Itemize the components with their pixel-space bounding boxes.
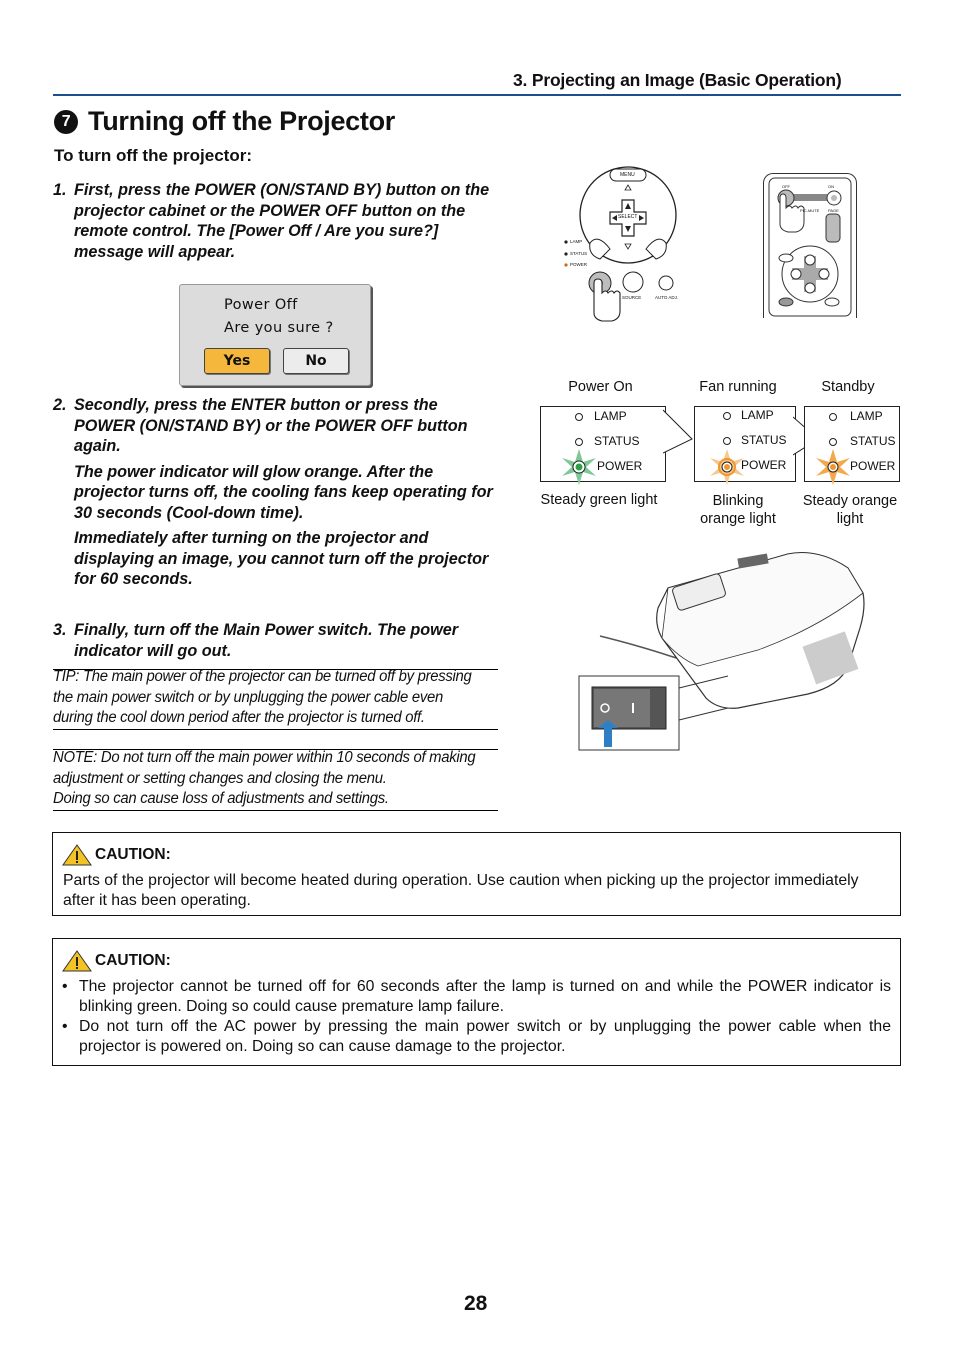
remote-control: OFF ON PIC-MUTE PAGE	[763, 173, 857, 318]
caption-line: Blinking	[712, 493, 764, 509]
step-number: 2.	[53, 396, 67, 414]
status-indicator	[723, 437, 731, 445]
indicator-panel-standby: LAMP STATUS POWER	[804, 406, 900, 485]
step-text: Finally, turn off the Main Power switch.…	[74, 621, 459, 660]
orange-glow-icon	[816, 449, 850, 485]
status-text: STATUS	[850, 434, 896, 448]
warning-icon	[62, 950, 92, 972]
remote-page-label: PAGE	[828, 208, 839, 213]
cabinet-control-panel: MENU SELECT LAMP STATUS POWER SOURCE AUT…	[560, 165, 700, 325]
caution-title: CAUTION:	[95, 846, 171, 863]
yes-button[interactable]: Yes	[204, 348, 270, 374]
step-2: 2. Secondly, press the ENTER button or p…	[53, 395, 493, 590]
note-line: NOTE: Do not turn off the main power wit…	[53, 749, 476, 787]
bullet-icon: •	[62, 1018, 68, 1035]
state-caption: Blinking orange light	[688, 492, 788, 528]
no-button[interactable]: No	[283, 348, 349, 374]
green-glow-icon	[562, 449, 596, 485]
state-caption: Steady orange light	[800, 492, 900, 528]
caution-box-heat: CAUTION: Parts of the projector will bec…	[52, 832, 901, 916]
caution-bullet-list: • The projector cannot be turned off for …	[53, 977, 891, 1057]
caution-title: CAUTION:	[95, 952, 171, 969]
remote-drawing	[768, 177, 852, 317]
dialog-message: Are you sure ?	[224, 320, 334, 336]
power-text: POWER	[741, 458, 787, 472]
status-indicator	[829, 438, 837, 446]
step-number: 1.	[53, 181, 67, 199]
step-paragraph: Immediately after turning on the project…	[74, 529, 489, 588]
bullet-icon: •	[62, 978, 68, 995]
caption-line: light	[836, 511, 864, 527]
lamp-indicator	[723, 412, 731, 420]
step-number-badge: 7	[54, 109, 78, 134]
caption-line: orange light	[700, 511, 776, 527]
cabinet-panel-drawing	[564, 166, 677, 322]
caution-box-power: CAUTION: • The projector cannot be turned…	[52, 938, 901, 1066]
step-1: 1. First, press the POWER (ON/STAND BY) …	[53, 180, 493, 262]
lamp-text: LAMP	[594, 409, 627, 423]
orange-blink-icon	[710, 449, 744, 485]
power-off-dialog: Power Off Are you sure ? Yes No	[179, 284, 371, 386]
caution-bullet: • Do not turn off the AC power by pressin…	[53, 1017, 891, 1057]
power-text: POWER	[850, 459, 896, 473]
note-bottom-rule	[53, 810, 498, 811]
page-title-text: Turning off the Projector	[88, 106, 395, 136]
step-number: 3.	[53, 621, 67, 639]
power-text: POWER	[597, 459, 643, 473]
note-text: NOTE: Do not turn off the main power wit…	[53, 748, 480, 810]
source-label: SOURCE	[622, 295, 642, 300]
status-text: STATUS	[594, 434, 640, 448]
remote-off-label: OFF	[782, 184, 790, 189]
step-text: First, press the POWER (ON/STAND BY) but…	[74, 181, 490, 261]
caution-text: Parts of the projector will become heate…	[63, 872, 859, 909]
menu-label: MENU	[620, 172, 635, 178]
step-text: Secondly, press the ENTER button or pres…	[74, 396, 468, 455]
lamp-text: LAMP	[741, 408, 774, 422]
dialog-title: Power Off	[224, 297, 298, 313]
subheading: To turn off the projector:	[54, 146, 252, 165]
caution-heading: CAUTION:	[62, 950, 171, 972]
step-paragraph: The power indicator will glow orange. Af…	[74, 462, 493, 522]
state-label: Power On	[568, 379, 633, 395]
note-line: Doing so can cause loss of adjustments a…	[53, 790, 389, 807]
bullet-text: Do not turn off the AC power by pressing…	[79, 1018, 891, 1055]
section-header: 3. Projecting an Image (Basic Operation)	[513, 70, 842, 90]
power-label: POWER	[570, 262, 588, 267]
auto-adj-label: AUTO ADJ.	[655, 295, 679, 300]
bullet-text: The projector cannot be turned off for 6…	[79, 978, 891, 1015]
arrow-connector	[663, 409, 693, 454]
state-label: Standby	[821, 379, 875, 395]
indicator-panel-power-on: LAMP STATUS POWER	[540, 406, 666, 485]
caution-bullet: • The projector cannot be turned off for …	[53, 977, 891, 1017]
lamp-indicator	[829, 413, 837, 421]
indicator-panel-fan-running: LAMP STATUS POWER	[694, 406, 796, 485]
status-indicator	[575, 438, 583, 446]
lamp-label: LAMP	[570, 239, 583, 244]
remote-pic-mute-label: PIC-MUTE	[800, 208, 820, 213]
projector-illustration	[578, 552, 865, 751]
tip-bottom-rule	[53, 729, 498, 730]
remote-on-label: ON	[828, 184, 834, 189]
caution-heading: CAUTION:	[62, 844, 171, 866]
warning-icon	[62, 844, 92, 866]
tip-text: TIP: The main power of the projector can…	[53, 668, 472, 726]
page-title: 7 Turning off the Projector	[54, 106, 395, 137]
caption-line: Steady orange	[802, 493, 898, 509]
state-caption: Steady green light	[540, 492, 658, 508]
select-label: SELECT	[618, 214, 638, 220]
lamp-text: LAMP	[850, 409, 883, 423]
step-3: 3. Finally, turn off the Main Power swit…	[53, 620, 493, 661]
status-text: STATUS	[741, 433, 787, 447]
state-label: Fan running	[699, 379, 777, 395]
lamp-indicator	[575, 413, 583, 421]
status-label: STATUS	[570, 251, 588, 256]
page-number: 28	[464, 1292, 488, 1315]
header-rule	[53, 94, 901, 96]
